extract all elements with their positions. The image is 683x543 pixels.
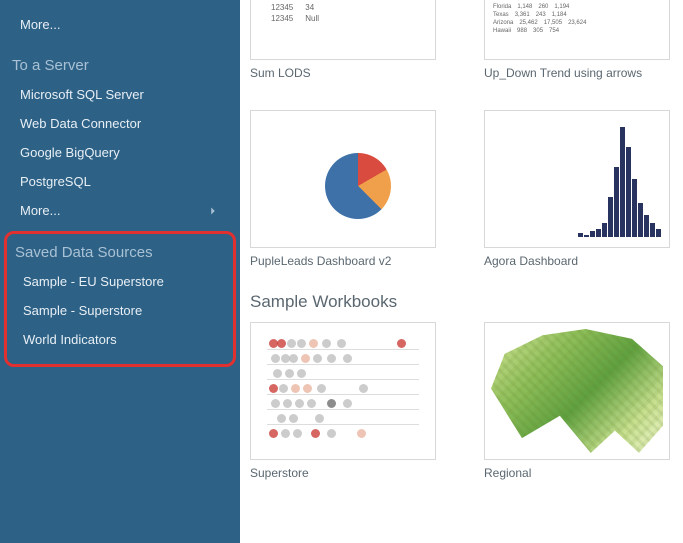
sidebar-item-web-data-connector[interactable]: Web Data Connector (0, 109, 240, 138)
sidebar-more-label: More... (20, 203, 60, 218)
map-icon (491, 329, 663, 453)
workbook-card-superstore[interactable]: Superstore (250, 322, 436, 480)
sidebar-heading-server: To a Server (0, 39, 240, 80)
workbook-row-3: Superstore Regional (250, 322, 683, 480)
sidebar-item-server-more[interactable]: More... (0, 196, 240, 225)
sidebar-item-sample-eu-superstore[interactable]: Sample - EU Superstore (7, 267, 233, 296)
workbook-caption: Up_Down Trend using arrows (484, 60, 670, 80)
sidebar-item-postgresql[interactable]: PostgreSQL (0, 167, 240, 196)
workbook-card-regional[interactable]: Regional (484, 322, 670, 480)
sidebar-item-more-top[interactable]: More... (0, 10, 240, 39)
workbook-thumb (484, 322, 670, 460)
saved-data-sources-highlight: Saved Data Sources Sample - EU Superstor… (4, 231, 236, 367)
workbook-card-updown[interactable]: Florida1,1482601,194 Texas3,3612431,184 … (484, 0, 670, 80)
workbook-card-agora[interactable]: Agora Dashboard (484, 110, 670, 268)
dotplot-icon (267, 337, 419, 445)
section-heading-sample-workbooks: Sample Workbooks (250, 286, 683, 322)
sidebar-item-mssql[interactable]: Microsoft SQL Server (0, 80, 240, 109)
histogram-icon (578, 127, 661, 237)
sidebar-item-bigquery[interactable]: Google BigQuery (0, 138, 240, 167)
workbook-caption: Sum LODS (250, 60, 436, 80)
workbook-card-pupleleads[interactable]: PupleLeads Dashboard v2 (250, 110, 436, 268)
workbook-thumb (484, 110, 670, 248)
workbook-row-1: 1234534 12345Null Sum LODS Florida1,1482… (250, 0, 683, 80)
workbook-row-2: PupleLeads Dashboard v2 Agora Dashboard (250, 110, 683, 268)
workbook-caption: Superstore (250, 460, 436, 480)
sidebar-heading-saved: Saved Data Sources (7, 234, 233, 267)
content-area: 1234534 12345Null Sum LODS Florida1,1482… (240, 0, 683, 543)
workbook-caption: Agora Dashboard (484, 248, 670, 268)
sidebar-item-world-indicators[interactable]: World Indicators (7, 325, 233, 354)
workbook-thumb (250, 322, 436, 460)
workbook-caption: Regional (484, 460, 670, 480)
chevron-right-icon (206, 204, 220, 218)
table-preview: 1234534 12345Null (251, 0, 349, 27)
workbook-thumb: 1234534 12345Null (250, 0, 436, 60)
workbook-thumb: Florida1,1482601,194 Texas3,3612431,184 … (484, 0, 670, 60)
pie-chart-icon (325, 153, 391, 219)
workbook-card-sumlods[interactable]: 1234534 12345Null Sum LODS (250, 0, 436, 80)
workbook-caption: PupleLeads Dashboard v2 (250, 248, 436, 268)
workbook-thumb (250, 110, 436, 248)
sidebar: More... To a Server Microsoft SQL Server… (0, 0, 240, 543)
sidebar-item-sample-superstore[interactable]: Sample - Superstore (7, 296, 233, 325)
